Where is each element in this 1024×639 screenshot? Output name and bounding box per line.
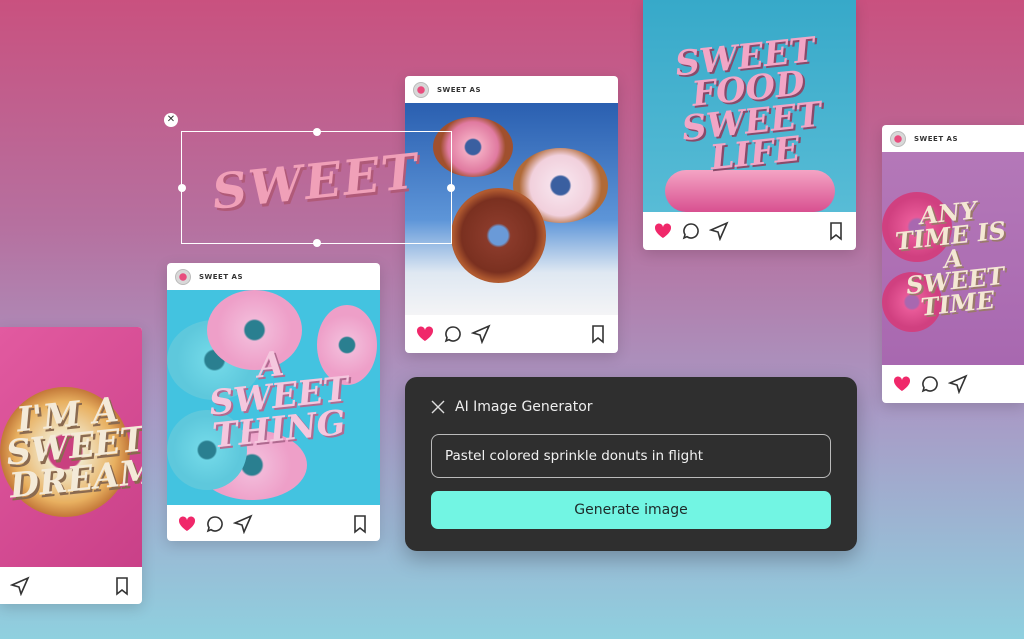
panel-title: AI Image Generator xyxy=(455,399,593,415)
bookmark-icon[interactable] xyxy=(350,514,370,534)
post-card-sweet-time: SWEET AS ANY TIME IS A SWEET TIME xyxy=(882,125,1024,403)
resize-handle-right[interactable] xyxy=(447,184,455,192)
share-icon[interactable] xyxy=(233,514,253,534)
post-card-sweet-dream: I'M A SWEET DREAM xyxy=(0,327,142,604)
post-image: A SWEET THING xyxy=(167,290,380,505)
post-image: SWEET FOOD SWEET LIFE xyxy=(643,0,856,212)
post-image: I'M A SWEET DREAM xyxy=(0,327,142,567)
bookmark-icon[interactable] xyxy=(588,324,608,344)
post-lettering: ANY TIME IS A SWEET TIME xyxy=(893,194,1008,322)
bookmark-icon[interactable] xyxy=(112,576,132,596)
heart-icon[interactable] xyxy=(177,514,197,534)
comment-icon[interactable] xyxy=(681,221,701,241)
share-icon[interactable] xyxy=(471,324,491,344)
prompt-input[interactable]: Pastel colored sprinkle donuts in flight xyxy=(431,434,831,478)
generate-image-button[interactable]: Generate image xyxy=(431,491,831,529)
canvas-text-sweet[interactable]: SWEET xyxy=(210,143,422,220)
resize-handle-left[interactable] xyxy=(178,184,186,192)
post-lettering: I'M A SWEET DREAM xyxy=(4,389,142,506)
share-icon[interactable] xyxy=(948,374,968,394)
post-card-sweet-food: SWEET FOOD SWEET LIFE xyxy=(643,0,856,250)
avatar[interactable] xyxy=(413,81,429,98)
delete-element-icon[interactable]: ✕ xyxy=(164,113,178,127)
post-lettering: SWEET FOOD SWEET LIFE xyxy=(672,30,823,179)
resize-handle-bottom[interactable] xyxy=(313,239,321,247)
comment-icon[interactable] xyxy=(920,374,940,394)
share-icon[interactable] xyxy=(10,576,30,596)
heart-icon[interactable] xyxy=(892,374,912,394)
comment-icon[interactable] xyxy=(443,324,463,344)
account-name[interactable]: SWEET AS xyxy=(199,273,243,281)
heart-icon[interactable] xyxy=(415,324,435,344)
share-icon[interactable] xyxy=(709,221,729,241)
selected-text-element[interactable]: SWEET xyxy=(178,128,455,247)
post-image: ANY TIME IS A SWEET TIME xyxy=(882,152,1024,365)
avatar[interactable] xyxy=(890,130,906,147)
resize-handle-top[interactable] xyxy=(313,128,321,136)
avatar[interactable] xyxy=(175,268,191,285)
account-name[interactable]: SWEET AS xyxy=(437,86,481,94)
post-card-sweet-thing: SWEET AS A SWEET THING xyxy=(167,263,380,541)
account-name[interactable]: SWEET AS xyxy=(914,135,958,143)
close-icon[interactable] xyxy=(431,400,445,414)
ai-image-generator-panel: AI Image Generator Pastel colored sprink… xyxy=(405,377,857,551)
comment-icon[interactable] xyxy=(205,514,225,534)
bookmark-icon[interactable] xyxy=(826,221,846,241)
heart-icon[interactable] xyxy=(653,221,673,241)
post-lettering: A SWEET THING xyxy=(206,343,351,457)
